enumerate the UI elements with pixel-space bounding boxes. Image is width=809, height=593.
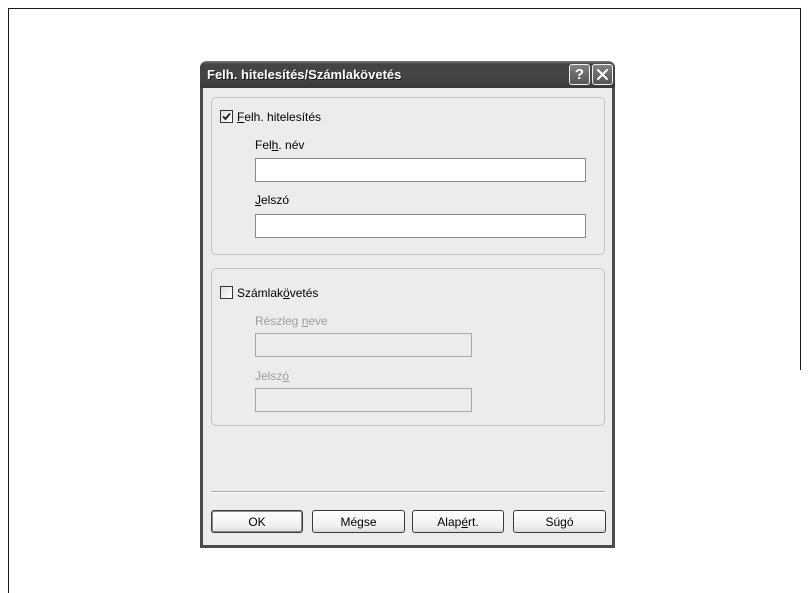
account-tracking-checkbox[interactable]	[220, 286, 233, 299]
help-icon: ?	[574, 66, 585, 83]
user-auth-label: Felh. hitelesítés	[237, 109, 322, 124]
account-tracking-toggle[interactable]: Számlakövetés	[220, 285, 318, 300]
button-separator	[211, 491, 605, 493]
department-password-label: Jelszó	[255, 369, 290, 383]
user-auth-group: Felh. hitelesítés Felh. név Jelszó	[211, 97, 605, 255]
account-tracking-group: Számlakövetés Részleg neve Jelszó	[211, 268, 605, 426]
checkmark-icon	[222, 112, 231, 121]
ok-button[interactable]: OK	[211, 510, 303, 533]
cancel-button[interactable]: Mégse	[312, 510, 405, 533]
help-button[interactable]: ?	[569, 64, 590, 85]
title-bar[interactable]: Felh. hitelesítés/Számlakövetés ?	[200, 61, 615, 88]
user-password-input[interactable]	[255, 214, 586, 238]
defaults-button[interactable]: Alap é rt.	[412, 510, 504, 533]
user-password-label: Jelszó	[255, 193, 290, 207]
username-label: Felh. név	[255, 138, 305, 152]
user-auth-checkbox[interactable]	[220, 110, 233, 123]
manual-page: Felh. hitelesítés/Számlakövetés ? Felh. …	[0, 0, 809, 593]
department-password-input[interactable]	[255, 388, 472, 412]
department-name-input[interactable]	[255, 333, 472, 357]
close-icon	[597, 69, 608, 80]
close-button[interactable]	[592, 64, 613, 85]
dialog-body: Felh. hitelesítés Felh. név Jelszó Száml…	[203, 88, 612, 545]
account-tracking-label: Számlakövetés	[237, 285, 319, 300]
department-name-label: Részleg neve	[255, 314, 328, 328]
auth-tracking-dialog: Felh. hitelesítés/Számlakövetés ? Felh. …	[200, 61, 615, 548]
user-auth-toggle[interactable]: Felh. hitelesítés	[220, 109, 321, 124]
frame-right-border	[800, 8, 801, 370]
username-input[interactable]	[255, 158, 586, 182]
frame-top-border	[8, 8, 801, 9]
dialog-title: Felh. hitelesítés/Számlakövetés	[207, 67, 402, 82]
help-text-button[interactable]: Súgó	[513, 510, 606, 533]
frame-left-border	[8, 8, 9, 593]
